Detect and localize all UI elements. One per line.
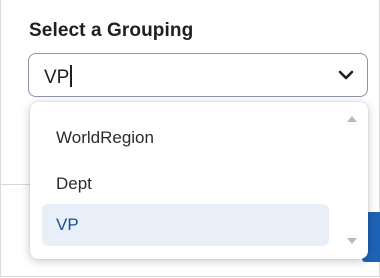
grouping-select[interactable]: VP — [28, 53, 368, 97]
grouping-select-text: VP — [44, 67, 70, 88]
option-dept[interactable]: Dept — [42, 163, 329, 205]
option-vp[interactable]: VP — [42, 204, 329, 246]
grouping-select-value[interactable]: VP — [44, 65, 72, 89]
chevron-down-icon[interactable] — [337, 66, 355, 84]
option-worldregion[interactable]: WorldRegion — [42, 117, 329, 159]
background-divider — [0, 184, 30, 185]
text-cursor — [70, 65, 72, 87]
grouping-dropdown-list: WorldRegion Dept VP — [30, 102, 368, 259]
dropdown-scrollbar[interactable] — [344, 114, 358, 246]
panel-title: Select a Grouping — [29, 20, 194, 41]
scroll-down-arrow-icon[interactable] — [347, 238, 357, 244]
scroll-up-arrow-icon[interactable] — [347, 116, 357, 122]
grouping-panel: Select a Grouping VP WorldRegion Dept VP — [0, 0, 380, 278]
